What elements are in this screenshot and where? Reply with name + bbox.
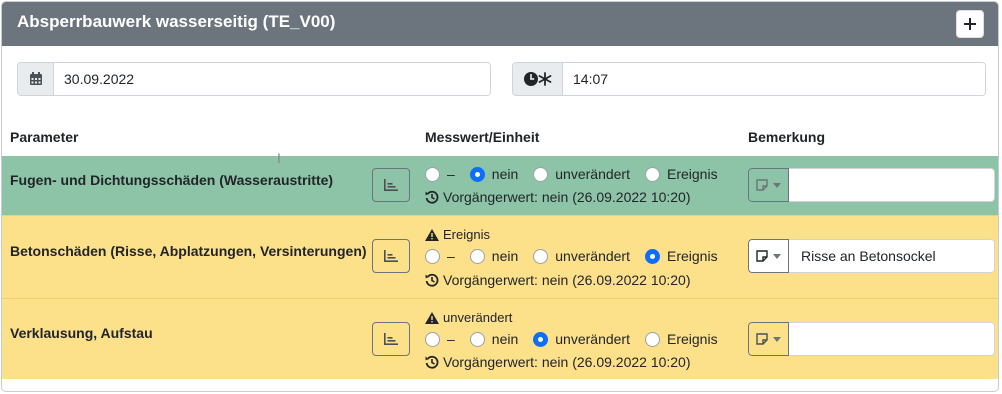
chart-button[interactable] <box>372 239 410 273</box>
chevron-down-icon <box>773 253 781 259</box>
card-title: Absperrbauwerk wasserseitig (TE_V00) <box>17 12 336 31</box>
table-row: Verklausung, Aufstau unverändert – nein … <box>2 298 998 379</box>
remark-field <box>748 322 995 356</box>
previous-value: Vorgängerwert: nein (26.09.2022 10:20) <box>425 354 691 370</box>
radio-option-nein[interactable]: nein <box>469 166 518 182</box>
parameter-label: Verklausung, Aufstau <box>10 325 153 341</box>
mouse-cursor-icon: I <box>277 150 281 166</box>
calendar-icon <box>18 63 54 95</box>
note-dropdown-button[interactable] <box>748 322 789 356</box>
chart-icon <box>384 333 398 345</box>
radio-option-ereignis[interactable]: Ereignis <box>644 166 718 182</box>
time-input[interactable] <box>563 63 985 95</box>
chart-button[interactable] <box>372 168 410 202</box>
warning-message: unverändert <box>425 310 512 325</box>
add-button[interactable] <box>956 10 984 38</box>
clock-icon <box>513 63 563 95</box>
history-icon <box>425 190 439 204</box>
radio-group: – nein unverändert Ereignis <box>425 331 733 347</box>
warning-icon <box>425 228 439 241</box>
radio-option-none[interactable]: – <box>425 331 455 347</box>
radio-option-unveraendert[interactable]: unverändert <box>533 248 630 264</box>
radio-option-none[interactable]: – <box>425 248 455 264</box>
chart-button[interactable] <box>372 322 410 356</box>
radio-option-ereignis[interactable]: Ereignis <box>644 248 718 264</box>
chart-icon <box>384 250 398 262</box>
date-input[interactable] <box>54 63 490 95</box>
inspection-card: Absperrbauwerk wasserseitig (TE_V00) 30.… <box>1 1 999 392</box>
remark-field <box>748 168 995 202</box>
remark-input[interactable] <box>789 168 995 202</box>
chevron-down-icon <box>773 336 781 342</box>
chart-icon <box>384 179 398 191</box>
radio-option-none[interactable]: – <box>425 166 455 182</box>
table-row: Betonschäden (Risse, Abplatzungen, Versi… <box>2 215 998 298</box>
radio-option-ereignis[interactable]: Ereignis <box>644 331 718 347</box>
parameter-label: Betonschäden (Risse, Abplatzungen, Versi… <box>10 243 367 259</box>
table-row: Fugen- und Dichtungsschäden (Wasseraustr… <box>2 156 998 215</box>
card-header: Absperrbauwerk wasserseitig (TE_V00) <box>2 2 998 46</box>
previous-value: Vorgängerwert: nein (26.09.2022 10:20) <box>425 272 691 288</box>
radio-option-nein[interactable]: nein <box>469 248 518 264</box>
note-icon <box>756 179 768 191</box>
radio-option-nein[interactable]: nein <box>469 331 518 347</box>
time-field-group <box>512 62 986 96</box>
column-header-parameter: Parameter <box>10 129 79 145</box>
radio-option-unveraendert[interactable]: unverändert <box>533 166 630 182</box>
column-header-remark: Bemerkung <box>748 129 826 145</box>
radio-option-unveraendert[interactable]: unverändert <box>533 331 630 347</box>
chevron-down-icon <box>773 182 781 188</box>
date-field-group <box>17 62 491 96</box>
previous-value: Vorgängerwert: nein (26.09.2022 10:20) <box>425 189 691 205</box>
note-dropdown-button[interactable] <box>748 239 789 273</box>
warning-icon <box>425 311 439 324</box>
column-header-measure: Messwert/Einheit <box>425 129 540 145</box>
note-icon <box>756 250 768 262</box>
warning-message: Ereignis <box>425 227 490 242</box>
radio-group: – nein unverändert Ereignis <box>425 248 733 264</box>
remark-input[interactable] <box>789 322 995 356</box>
note-icon <box>756 333 768 345</box>
plus-icon <box>964 18 976 30</box>
radio-group: – nein unverändert Ereignis <box>425 166 733 182</box>
remark-input[interactable] <box>789 239 995 273</box>
history-icon <box>425 355 439 369</box>
remark-field <box>748 239 995 273</box>
parameter-label: Fugen- und Dichtungsschäden (Wasseraustr… <box>10 172 334 188</box>
note-dropdown-button[interactable] <box>748 168 789 202</box>
history-icon <box>425 273 439 287</box>
